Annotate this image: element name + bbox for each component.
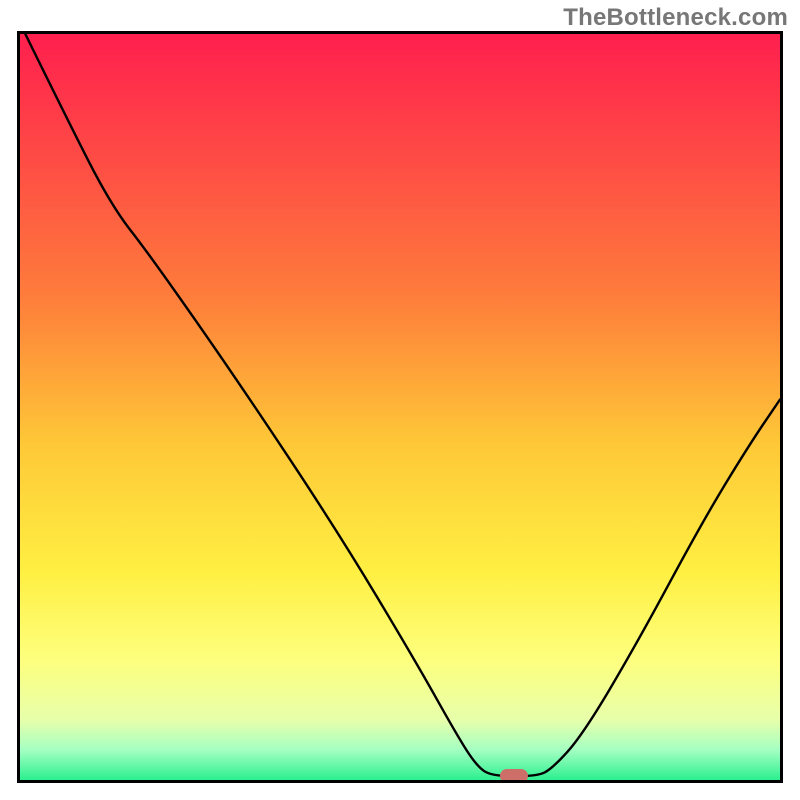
- watermark-text: TheBottleneck.com: [563, 4, 788, 32]
- chart-frame: TheBottleneck.com: [0, 0, 800, 800]
- optimum-marker: [500, 769, 528, 783]
- bottleneck-curve: [25, 34, 780, 776]
- chart-line-layer: [20, 34, 780, 780]
